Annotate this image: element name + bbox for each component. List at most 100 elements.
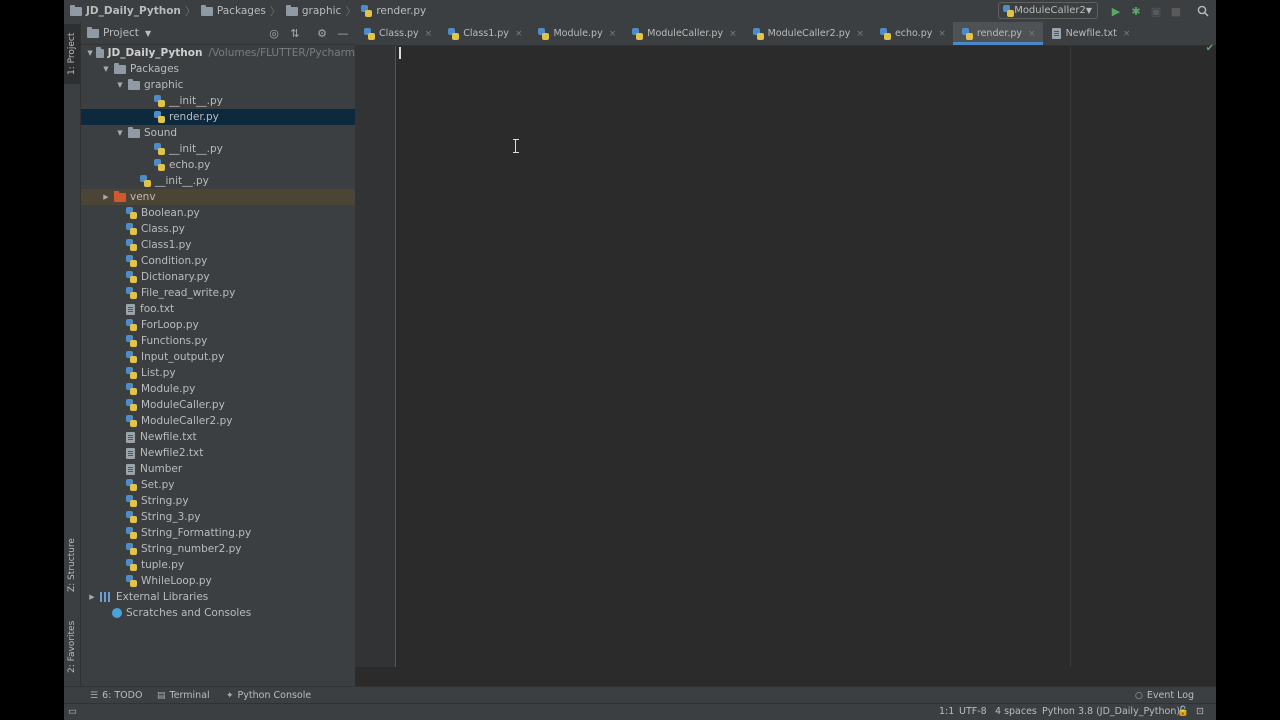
tree-item-dictionary-py[interactable]: ▶Dictionary.py	[81, 269, 355, 285]
breadcrumb-graphic[interactable]: graphic 〉	[285, 3, 361, 19]
tree-item-string-formatting-py[interactable]: ▶String_Formatting.py	[81, 525, 355, 541]
collapse-all-icon[interactable]: ⇅	[287, 25, 303, 41]
editor-tab-modulecaller-py[interactable]: ModuleCaller.py ×	[623, 22, 743, 45]
breadcrumb-project[interactable]: JD_Daily_Python 〉	[70, 3, 201, 19]
breadcrumb-packages[interactable]: Packages 〉	[200, 3, 286, 19]
tree-item-modulecaller2-py[interactable]: ▶ModuleCaller2.py	[81, 413, 355, 429]
expanded-arrow-icon[interactable]: ▼	[115, 129, 125, 137]
tree-item-newfile2-txt[interactable]: ▶Newfile2.txt	[81, 445, 355, 461]
editor-tab-render-py[interactable]: render.py ×	[952, 22, 1043, 45]
stop-icon[interactable]: ■	[1168, 3, 1184, 19]
project-tool-tab[interactable]: 1: Project	[64, 24, 80, 84]
python-console-tool-button[interactable]: ✦ Python Console	[226, 688, 311, 703]
terminal-tool-button[interactable]: ▤ Terminal	[157, 688, 210, 703]
tree-item-functions-py[interactable]: ▶Functions.py	[81, 333, 355, 349]
toggle-tool-windows-icon[interactable]: ▭	[68, 706, 77, 717]
python-file-icon	[879, 27, 891, 40]
close-icon[interactable]: ×	[1123, 29, 1131, 39]
navigation-bar: JD_Daily_Python 〉 Packages 〉 graphic 〉 rend…	[64, 0, 1216, 23]
tree-item-class-py[interactable]: ▶Class.py	[81, 221, 355, 237]
tree-item-module-py[interactable]: ▶Module.py	[81, 381, 355, 397]
gear-icon[interactable]: ⚙	[314, 25, 330, 41]
expanded-arrow-icon[interactable]: ▼	[87, 49, 93, 57]
collapsed-arrow-icon[interactable]: ▶	[87, 593, 97, 601]
code-editor[interactable]: ✔	[396, 43, 1216, 667]
close-icon[interactable]: ×	[729, 29, 737, 39]
editor-tab-newfile-txt[interactable]: Newfile.txt ×	[1043, 22, 1138, 45]
structure-tool-tab[interactable]: Z: Structure	[64, 532, 80, 598]
editor-tab-module-py[interactable]: Module.py ×	[529, 22, 623, 45]
tree-item-whileloop-py[interactable]: ▶WhileLoop.py	[81, 573, 355, 589]
tree-item-string-number2-py[interactable]: ▶String_number2.py	[81, 541, 355, 557]
tree-item-label: Class.py	[141, 223, 185, 235]
tree-item-string-3-py[interactable]: ▶String_3.py	[81, 509, 355, 525]
project-view-select[interactable]: Project ▼	[87, 26, 151, 39]
file-encoding[interactable]: UTF-8	[959, 706, 987, 717]
run-icon[interactable]: ▶	[1108, 3, 1124, 19]
tree-item-init-py[interactable]: ▶__init__.py	[81, 173, 355, 189]
search-icon[interactable]	[1195, 3, 1211, 19]
tree-item-label: tuple.py	[141, 559, 185, 571]
tree-item-external-libraries[interactable]: ▶ External Libraries	[81, 589, 355, 605]
tree-item-list-py[interactable]: ▶List.py	[81, 365, 355, 381]
tree-item-tuple-py[interactable]: ▶tuple.py	[81, 557, 355, 573]
editor-tab-class-py[interactable]: Class.py ×	[355, 22, 439, 45]
tree-item-render-py[interactable]: ▶render.py	[81, 109, 355, 125]
breadcrumb-file[interactable]: render.py	[361, 5, 426, 17]
editor-tab-modulecaller2-py[interactable]: ModuleCaller2.py ×	[744, 22, 871, 45]
tree-item-label: Sound	[144, 127, 178, 139]
close-icon[interactable]: ×	[425, 29, 433, 39]
close-icon[interactable]: ×	[515, 29, 523, 39]
indent-setting[interactable]: 4 spaces	[995, 706, 1037, 717]
python-interpreter[interactable]: Python 3.8 (JD_Daily_Python)	[1042, 706, 1180, 717]
python-file-icon	[126, 255, 137, 267]
caret-position[interactable]: 1:1	[939, 706, 954, 717]
tree-item-venv[interactable]: ▶ venv	[81, 189, 355, 205]
tree-item-number[interactable]: ▶Number	[81, 461, 355, 477]
tree-item-scratches-and-consoles[interactable]: ▶Scratches and Consoles	[81, 605, 355, 621]
tree-item-foo-txt[interactable]: ▶foo.txt	[81, 301, 355, 317]
tree-item-newfile-txt[interactable]: ▶Newfile.txt	[81, 429, 355, 445]
close-icon[interactable]: ×	[609, 29, 617, 39]
tree-item-forloop-py[interactable]: ▶ForLoop.py	[81, 317, 355, 333]
close-icon[interactable]: ×	[856, 29, 864, 39]
tree-item-class1-py[interactable]: ▶Class1.py	[81, 237, 355, 253]
tree-item-echo-py[interactable]: ▶echo.py	[81, 157, 355, 173]
tree-item-modulecaller-py[interactable]: ▶ModuleCaller.py	[81, 397, 355, 413]
coverage-icon[interactable]: ▣	[1148, 3, 1164, 19]
python-console-label: Python Console	[237, 690, 312, 701]
tree-item-graphic[interactable]: ▼ graphic	[81, 77, 355, 93]
favorites-tool-tab[interactable]: 2: Favorites	[64, 612, 80, 682]
tree-item-string-py[interactable]: ▶String.py	[81, 493, 355, 509]
tree-item-jd-daily-python[interactable]: ▼ JD_Daily_Python/Volumes/FLUTTER/Pycharm	[81, 45, 355, 61]
todo-tool-button[interactable]: ☰ 6: TODO	[90, 688, 142, 703]
mouse-ibeam-cursor	[513, 139, 519, 153]
locate-icon[interactable]: ◎	[266, 25, 282, 41]
tree-item-set-py[interactable]: ▶Set.py	[81, 477, 355, 493]
hide-icon[interactable]: —	[335, 25, 351, 41]
collapsed-arrow-icon[interactable]: ▶	[101, 193, 111, 201]
run-configuration-select[interactable]: ModuleCaller2 ▼	[998, 2, 1098, 19]
close-icon[interactable]: ×	[938, 29, 946, 39]
editor-tab-class1-py[interactable]: Class1.py ×	[439, 22, 529, 45]
tree-item-sound[interactable]: ▼ Sound	[81, 125, 355, 141]
tree-item-boolean-py[interactable]: ▶Boolean.py	[81, 205, 355, 221]
python-file-icon	[126, 239, 137, 251]
python-file-icon	[154, 95, 165, 107]
editor-tab-echo-py[interactable]: echo.py ×	[871, 22, 953, 45]
expanded-arrow-icon[interactable]: ▼	[101, 65, 111, 73]
debug-icon[interactable]: ✱	[1128, 3, 1144, 19]
lock-icon[interactable]: 🔓	[1177, 706, 1189, 717]
tree-item-condition-py[interactable]: ▶Condition.py	[81, 253, 355, 269]
tree-item-init-py[interactable]: ▶__init__.py	[81, 141, 355, 157]
tree-item-label: String.py	[141, 495, 189, 507]
tree-item-packages[interactable]: ▼ Packages	[81, 61, 355, 77]
tree-item-init-py[interactable]: ▶__init__.py	[81, 93, 355, 109]
event-log-tool-button[interactable]: ○ Event Log	[1135, 688, 1194, 703]
tree-item-input-output-py[interactable]: ▶Input_output.py	[81, 349, 355, 365]
inspection-ok-icon[interactable]: ✔	[1206, 43, 1214, 54]
close-icon[interactable]: ×	[1028, 29, 1036, 39]
expanded-arrow-icon[interactable]: ▼	[115, 81, 125, 89]
inspector-icon[interactable]: ⊡	[1196, 706, 1204, 717]
tree-item-file-read-write-py[interactable]: ▶File_read_write.py	[81, 285, 355, 301]
